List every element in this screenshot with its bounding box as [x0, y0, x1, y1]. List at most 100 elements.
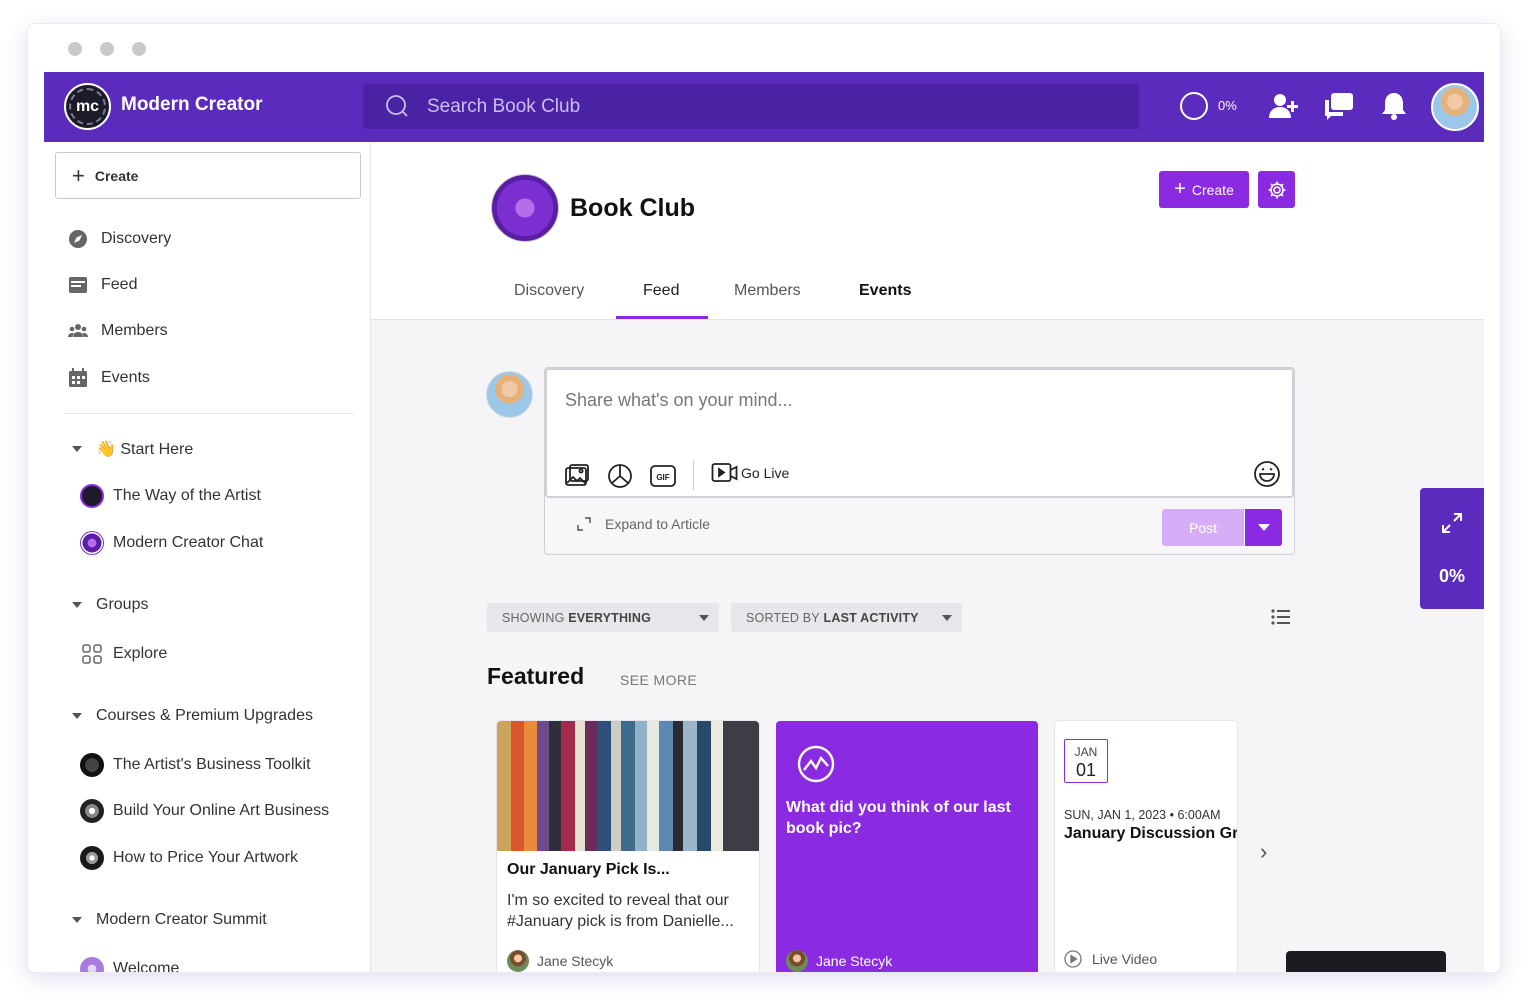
caret-down-icon [72, 602, 82, 608]
chat-icon[interactable] [1322, 89, 1356, 123]
floating-progress-panel[interactable]: 0% [1420, 488, 1484, 609]
see-more-link[interactable]: SEE MORE [620, 672, 697, 688]
sidebar-item-label: Explore [113, 645, 168, 662]
group-create-label: Create [1191, 181, 1234, 198]
event-date-badge: JAN 01 [1064, 739, 1108, 783]
composer-toolbar-divider [693, 460, 694, 490]
gear-icon [1268, 181, 1285, 198]
featured-card-poll[interactable]: What did you think of our last book pic?… [776, 721, 1038, 972]
sidebar-item-welcome[interactable]: Welcome [80, 957, 179, 972]
filter-sort-dropdown[interactable]: SORTED BY LAST ACTIVITY [731, 603, 962, 632]
caret-down-icon [72, 713, 82, 719]
expand-label: Expand to Article [605, 516, 711, 532]
filter-sorted-prefix: SORTED BY [746, 610, 820, 625]
author-name: Jane Stecyk [816, 953, 893, 969]
sidebar-item-label: The Way of the Artist [113, 487, 261, 504]
event-month: JAN [1074, 745, 1098, 759]
chevron-right-icon[interactable]: › [1260, 839, 1267, 865]
window-zoom-dot[interactable] [132, 42, 146, 56]
sidebar-item-the-way-of-the-artist[interactable]: The Way of the Artist [80, 484, 261, 508]
sidebar-section-groups[interactable]: Groups [72, 596, 148, 614]
caret-down-icon [72, 446, 82, 452]
search-input[interactable] [427, 84, 1107, 129]
composer-editor[interactable]: Share what's on your mind... GIF Go Live [545, 368, 1294, 498]
tab-members[interactable]: Members [734, 282, 801, 300]
post-options-dropdown[interactable] [1245, 509, 1282, 546]
search-icon [386, 95, 408, 117]
composer-avatar [486, 371, 533, 418]
window-minimize-dot[interactable] [100, 42, 114, 56]
event-day: 01 [1075, 760, 1097, 780]
group-avatar [491, 174, 559, 242]
filter-showing-prefix: SHOWING [502, 610, 565, 625]
course-avatar-icon [80, 753, 104, 777]
featured-card-post[interactable]: Our January Pick Is... I'm so excited to… [497, 721, 759, 972]
tab-events[interactable]: Events [859, 282, 911, 300]
sidebar-item-modern-creator-chat[interactable]: Modern Creator Chat [80, 531, 263, 555]
go-live-label: Go Live [741, 465, 790, 481]
card-title: Our January Pick Is... [507, 861, 670, 878]
sidebar-create-button[interactable]: + Create [55, 152, 361, 199]
sidebar-divider [64, 413, 354, 414]
sidebar-section-start-here[interactable]: 👋 Start Here [72, 439, 193, 459]
sidebar-item-build-online-art-business[interactable]: Build Your Online Art Business [80, 799, 329, 823]
progress-ring-icon[interactable] [1180, 92, 1208, 120]
sidebar-item-label: Build Your Online Art Business [113, 802, 330, 819]
sidebar-item-discovery[interactable]: Discovery [68, 229, 171, 249]
card-author: Jane Stecyk [786, 950, 892, 972]
featured-heading: Featured [487, 663, 585, 689]
expand-to-article-button[interactable]: Expand to Article [576, 516, 710, 532]
tab-feed[interactable]: Feed [643, 282, 679, 300]
sidebar-item-events[interactable]: Events [68, 368, 150, 388]
event-title: January Discussion Gr [1064, 825, 1237, 842]
event-datetime: SUN, JAN 1, 2023 • 6:00AM [1064, 808, 1221, 822]
sidebar-item-label: Welcome [113, 960, 180, 972]
sidebar-item-label: Feed [101, 276, 138, 293]
calendar-icon [69, 368, 87, 387]
event-type-label: Live Video [1092, 951, 1158, 967]
featured-card-event[interactable]: JAN 01 SUN, JAN 1, 2023 • 6:00AM January… [1055, 721, 1237, 972]
play-circle-icon [1064, 950, 1082, 968]
filter-showing-dropdown[interactable]: SHOWING EVERYTHING [487, 603, 719, 632]
user-avatar[interactable] [1431, 83, 1479, 131]
grid-icon [82, 644, 102, 664]
composer-input[interactable]: Share what's on your mind... [565, 390, 793, 411]
window-close-dot[interactable] [68, 42, 82, 56]
sidebar-item-artists-business-toolkit[interactable]: The Artist's Business Toolkit [80, 753, 311, 777]
author-avatar [786, 950, 808, 972]
group-settings-button[interactable] [1258, 171, 1295, 208]
sidebar-item-members[interactable]: Members [68, 321, 168, 341]
list-view-icon[interactable] [1268, 604, 1294, 630]
tab-discovery[interactable]: Discovery [514, 282, 584, 300]
brand-name[interactable]: Modern Creator [121, 94, 262, 116]
image-icon[interactable] [563, 462, 591, 490]
group-create-button[interactable]: + Create [1159, 171, 1249, 208]
poll-icon[interactable] [606, 462, 634, 490]
emoji-icon[interactable] [1253, 460, 1281, 488]
svg-text:GIF: GIF [656, 473, 669, 482]
sidebar-item-label: Members [101, 322, 168, 339]
window-titlebar [28, 24, 1500, 72]
search-bar[interactable] [363, 84, 1139, 129]
sidebar-section-label: Modern Creator Summit [96, 911, 267, 928]
add-user-icon[interactable] [1266, 89, 1300, 123]
go-live-button[interactable]: Go Live [711, 462, 789, 484]
sidebar-item-explore[interactable]: Explore [80, 642, 167, 666]
main-content: Book Club + Create Discovery Feed Member… [371, 142, 1484, 972]
group-title: Book Club [570, 194, 695, 222]
brand-logo[interactable]: mc [64, 83, 111, 130]
post-button[interactable]: Post [1162, 509, 1244, 546]
sidebar-item-how-to-price-your-artwork[interactable]: How to Price Your Artwork [80, 846, 298, 870]
bell-icon[interactable] [1377, 89, 1411, 123]
sidebar-section-label: 👋 Start Here [96, 441, 194, 458]
sidebar-section-courses[interactable]: Courses & Premium Upgrades [72, 707, 313, 725]
floating-widget-tab[interactable] [1286, 951, 1446, 972]
browser-window: mc Modern Creator 0% + Create Discovery [28, 24, 1500, 972]
course-avatar-icon [80, 846, 104, 870]
gif-icon[interactable]: GIF [649, 462, 677, 490]
event-type: Live Video [1064, 950, 1157, 968]
sidebar-section-summit[interactable]: Modern Creator Summit [72, 911, 267, 929]
expand-icon [577, 517, 591, 531]
sidebar-item-label: The Artist's Business Toolkit [113, 756, 311, 773]
sidebar-item-feed[interactable]: Feed [68, 275, 137, 295]
